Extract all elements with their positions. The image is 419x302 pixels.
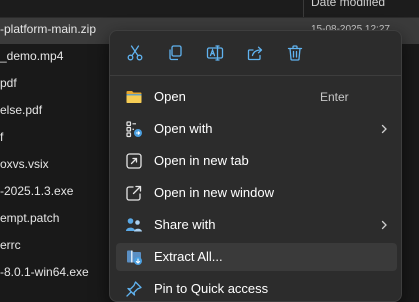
rename-button[interactable] [200,39,230,67]
chevron-right-icon [381,124,387,134]
menu-item-open-in-new-tab[interactable]: Open in new tab [116,147,397,175]
open-with-icon [126,121,142,138]
trash-icon [287,45,303,61]
copy-icon [169,45,182,61]
menu-item-label: Share with [154,217,216,232]
new-tab-icon [126,153,142,169]
menu-item-open-with[interactable]: Open with [116,115,397,143]
column-header-date-modified[interactable]: Date modified [311,0,385,9]
pin-icon [126,281,142,297]
menu-item-open-in-new-window[interactable]: Open in new window [116,179,397,207]
file-name: -8.0.1-win64.exe [0,265,89,279]
quick-action-bar [110,31,401,75]
file-name: oxvs.vsix [0,157,49,171]
column-divider[interactable] [303,0,304,17]
file-name: pdf [0,76,17,90]
menu-item-label: Open in new tab [154,153,249,168]
file-name: f [0,130,4,144]
copy-button[interactable] [160,39,190,67]
menu-item-label: Open in new window [154,185,274,200]
delete-button[interactable] [280,39,310,67]
file-name: -2025.1.3.exe [0,184,74,198]
file-name: else.pdf [0,103,43,117]
file-name: _demo.mp4 [0,49,64,63]
cut-button[interactable] [120,39,150,67]
folder-icon [126,91,142,103]
menu-item-share-with[interactable]: Share with [116,211,397,239]
file-name: empt.patch [0,211,60,225]
chevron-right-icon [381,220,387,230]
file-name: errc [0,238,21,252]
menu-item-label: Open with [154,121,213,136]
share-button[interactable] [240,39,270,67]
context-menu: Open Enter Open with Open in new tab Ope… [109,30,402,302]
share-icon [247,46,263,61]
menu-item-open[interactable]: Open Enter [116,83,397,111]
menu-separator [110,75,401,76]
menu-item-extract-all[interactable]: Extract All... [116,243,397,271]
menu-item-label: Extract All... [154,249,223,264]
menu-item-shortcut: Enter [320,90,349,104]
extract-icon [127,250,142,265]
menu-item-label: Open [154,89,186,104]
file-list-header: Date modified [0,0,419,18]
share-with-icon [126,218,142,232]
rename-icon [206,45,224,61]
scissors-icon [127,45,143,61]
file-name: -platform-main.zip [0,22,97,36]
new-window-icon [126,185,142,201]
